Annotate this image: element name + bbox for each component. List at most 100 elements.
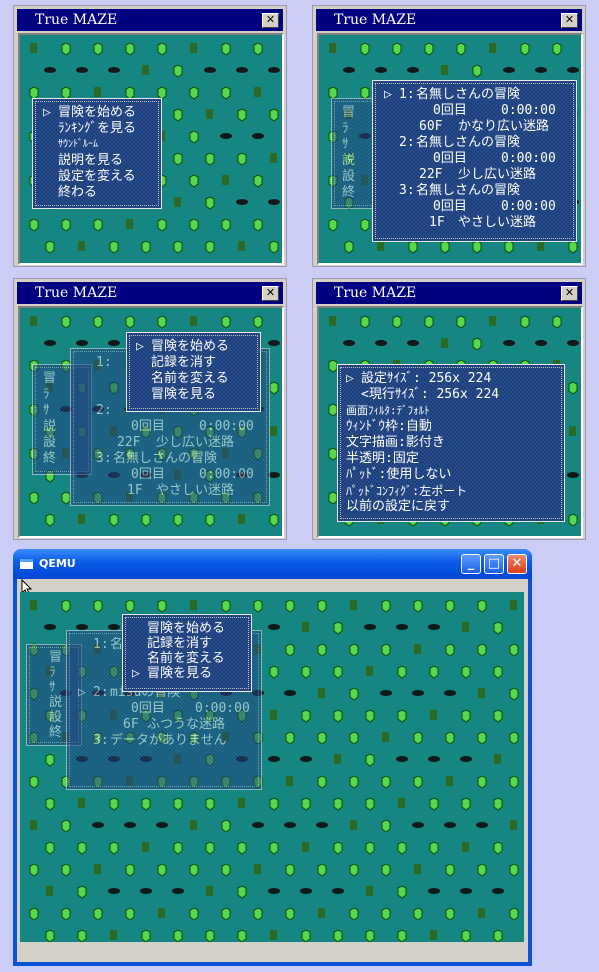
minimize-button[interactable]: _: [461, 554, 481, 574]
floor-tile: [125, 863, 135, 877]
menu-item-sound[interactable]: ｻｳﾝﾄﾞﾙｰﾑ: [58, 137, 98, 153]
setting-text-render[interactable]: 文字描画:影付き: [346, 435, 445, 451]
action-delete[interactable]: 記録を消す: [151, 355, 216, 371]
floor-tile: [333, 841, 343, 855]
menu-item-settings[interactable]: 設定を変える: [58, 169, 136, 185]
floor-tile: [44, 624, 56, 630]
floor-tile: [29, 218, 39, 232]
floor-tile: [317, 731, 327, 745]
menu-fragment: 説: [49, 695, 63, 710]
maximize-button[interactable]: □: [484, 554, 504, 574]
floor-tile: [456, 315, 466, 329]
setting-window-frame[interactable]: ｳｨﾝﾄﾞｳ枠:自動: [346, 419, 432, 435]
setting-filter[interactable]: 画面ﾌｨﾙﾀ:ﾃﾞﾌｫﾙﾄ: [346, 403, 430, 419]
floor-tile: [61, 315, 71, 329]
slot-1-number[interactable]: 1:: [384, 87, 414, 103]
floor-tile: [446, 776, 453, 786]
slot-2-number[interactable]: 2:: [399, 135, 415, 151]
floor-tile: [29, 907, 39, 921]
setting-size[interactable]: 設定ｻｲｽﾞ: 256x 224: [346, 371, 491, 387]
floor-tile: [173, 64, 183, 78]
menu-fragment: 説: [43, 419, 57, 434]
action-rename[interactable]: 名前を変える: [151, 371, 229, 387]
setting-translucent[interactable]: 半透明:固定: [346, 451, 419, 467]
floor-tile: [428, 624, 440, 630]
floor-tile: [45, 929, 55, 942]
menu-item-quit[interactable]: 終わる: [58, 185, 97, 201]
menu-item-help[interactable]: 説明を見る: [58, 153, 123, 169]
floor-tile: [412, 822, 424, 828]
menu-item-start[interactable]: 冒険を始める: [43, 105, 136, 121]
floor-tile: [493, 709, 503, 723]
floor-tile: [125, 907, 135, 921]
floor-tile: [270, 930, 277, 940]
floor-tile: [444, 690, 456, 696]
floor-tile: [221, 907, 231, 921]
setting-pad-config[interactable]: ﾊﾟｯﾄﾞｺﾝﾌｨｸﾞ:左ポート: [346, 483, 467, 499]
floor-tile: [366, 666, 373, 676]
qemu-title-bar[interactable]: QEMU _ □ ✕: [13, 549, 532, 579]
floor-tile: [157, 42, 167, 56]
floor-tile: [268, 199, 280, 205]
action-watch[interactable]: 冒険を見る: [132, 666, 212, 682]
slot-3-number[interactable]: 3:: [399, 183, 415, 199]
floor-tile: [108, 67, 120, 73]
floor-tile: [270, 426, 277, 436]
slot-2-number: 2:: [78, 685, 108, 701]
slot-list-dialog: 1: 名無しさんの冒険 0回目 0:00:00 60F かなり広い迷路 2: 名…: [372, 80, 577, 242]
slot-1-name[interactable]: 名無しさんの冒険: [416, 87, 520, 103]
slot-2-time: 0:00:00: [195, 701, 250, 716]
close-button[interactable]: ✕: [507, 554, 527, 574]
floor-tile: [333, 621, 343, 635]
setting-restore[interactable]: 以前の設定に戻す: [346, 499, 450, 515]
floor-tile: [205, 152, 215, 166]
floor-tile: [349, 731, 359, 745]
floor-tile: [61, 907, 71, 921]
floor-tile: [567, 340, 579, 346]
floor-tile: [397, 885, 407, 899]
slot-2-name[interactable]: 名無しさんの冒険: [416, 135, 520, 151]
action-watch[interactable]: 冒険を見る: [151, 387, 216, 403]
slot-1-desc: かなり広い迷路: [458, 119, 550, 134]
floor-tile: [189, 863, 199, 877]
floor-tile: [61, 599, 71, 613]
floor-tile: [460, 888, 472, 894]
action-rename[interactable]: 名前を変える: [147, 651, 225, 667]
close-button[interactable]: ✕: [262, 13, 279, 28]
floor-tile: [205, 797, 215, 811]
floor-tile: [568, 381, 578, 395]
close-button[interactable]: ✕: [561, 286, 578, 301]
slot-3-floor: 1F: [429, 215, 445, 230]
slot-2-number: 2:: [96, 403, 112, 418]
menu-item-ranking[interactable]: ﾗﾝｷﾝｸﾞを見る: [58, 121, 136, 137]
floor-tile: [424, 315, 434, 329]
menu-fragment: 終: [43, 451, 57, 466]
slot-3-number: 3:: [96, 451, 112, 466]
floor-tile: [142, 842, 149, 852]
action-start[interactable]: 冒険を始める: [147, 621, 225, 637]
slot-1-number: 1:: [93, 637, 109, 652]
close-button[interactable]: ✕: [561, 13, 578, 28]
title-bar: True MAZE ✕: [316, 9, 582, 31]
window-main-menu: True MAZE ✕ 冒険を始める ﾗﾝｷﾝｸﾞを見る ｻｳﾝﾄﾞﾙｰﾑ 説明…: [13, 5, 287, 267]
floor-tile: [396, 624, 408, 630]
floor-tile: [30, 820, 37, 830]
floor-tile: [125, 42, 135, 56]
floor-tile: [397, 841, 407, 855]
floor-tile: [93, 599, 103, 613]
setting-current-size[interactable]: <現行ｻｲｽﾞ: 256x 224: [361, 387, 499, 403]
floor-tile: [441, 338, 448, 348]
floor-tile: [268, 888, 280, 894]
floor-tile: [93, 218, 103, 232]
game-screen: 冒 ﾗ ｻ 説 設 終 1: 名 2: misuの冒険 0回目 0:00:00 …: [20, 592, 524, 942]
setting-pad[interactable]: ﾊﾟｯﾄﾞ:使用しない: [346, 467, 451, 483]
slot-3-name[interactable]: 名無しさんの冒険: [416, 183, 520, 199]
close-button[interactable]: ✕: [262, 286, 279, 301]
action-start[interactable]: 冒険を始める: [136, 339, 229, 355]
floor-tile: [493, 797, 503, 811]
qemu-window: QEMU _ □ ✕ 冒 ﾗ ｻ 説 設 終 1: 名 2: misuの冒険 0…: [13, 549, 532, 966]
floor-tile: [108, 888, 120, 894]
action-delete[interactable]: 記録を消す: [147, 636, 212, 652]
floor-tile: [317, 863, 327, 877]
floor-tile: [78, 514, 85, 524]
